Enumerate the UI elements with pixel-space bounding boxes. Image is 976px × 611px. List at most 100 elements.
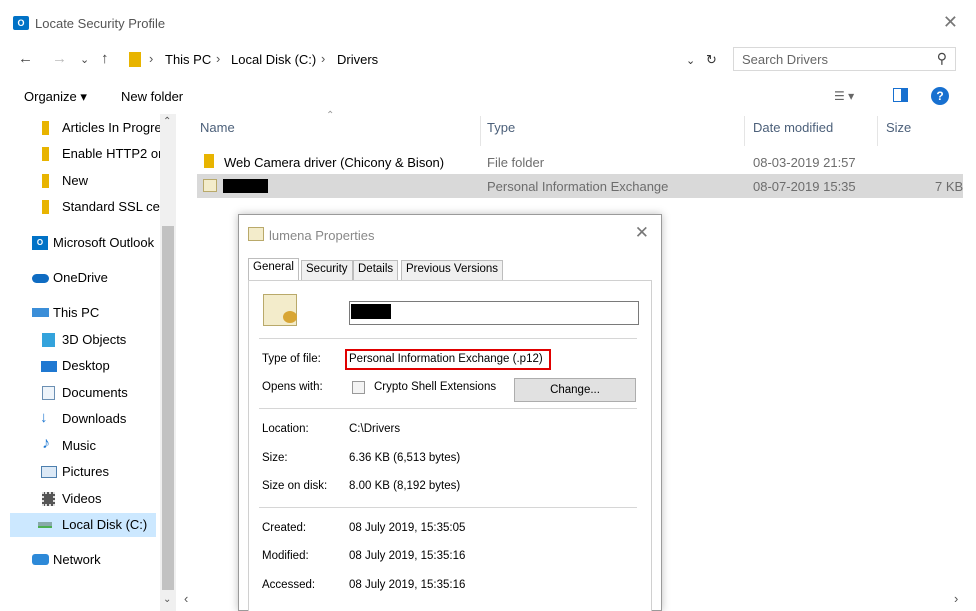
scroll-up-icon[interactable]: ⌃ bbox=[163, 116, 171, 127]
chevron-down-icon[interactable]: ⌄ bbox=[686, 54, 695, 67]
column-divider[interactable] bbox=[877, 116, 878, 146]
new-folder-button[interactable]: New folder bbox=[121, 89, 183, 104]
sidebar-item-videos[interactable]: Videos bbox=[0, 487, 160, 511]
sidebar-item-3d-objects[interactable]: 3D Objects bbox=[0, 328, 160, 352]
title-bar: O Locate Security Profile ✕ bbox=[0, 0, 976, 46]
horizontal-scrollbar[interactable]: ‹ › bbox=[176, 591, 976, 611]
cloud-icon bbox=[32, 274, 49, 283]
size-label: Size: bbox=[262, 452, 288, 464]
divider bbox=[259, 408, 637, 409]
folder-icon bbox=[204, 154, 214, 168]
redacted-file-name bbox=[223, 179, 268, 193]
breadcrumb-local-disk[interactable]: Local Disk (C:) bbox=[231, 52, 316, 67]
opens-with-label: Opens with: bbox=[262, 381, 323, 393]
sidebar-item-label: This PC bbox=[53, 305, 100, 320]
tab-details[interactable]: Details bbox=[353, 260, 399, 280]
sidebar-item-downloads[interactable]: ↓ Downloads bbox=[0, 407, 160, 431]
sidebar-item-label: Desktop bbox=[62, 358, 110, 373]
folder-icon bbox=[42, 200, 49, 214]
size-on-disk-value: 8.00 KB (8,192 bytes) bbox=[349, 480, 461, 492]
help-icon[interactable]: ? bbox=[931, 87, 949, 105]
sidebar-item-label: Pictures bbox=[62, 464, 109, 479]
scroll-left-icon[interactable]: ‹ bbox=[184, 591, 188, 606]
address-bar[interactable]: › This PC › Local Disk (C:) › Drivers ⌄ … bbox=[124, 47, 727, 73]
table-row[interactable]: Personal Information Exchange 08-07-2019… bbox=[197, 174, 963, 198]
dialog-title: lumena Properties bbox=[269, 228, 375, 243]
sidebar-item-desktop[interactable]: Desktop bbox=[0, 354, 160, 378]
close-icon[interactable]: ✕ bbox=[635, 223, 649, 243]
organize-button[interactable]: Organize ▾ bbox=[24, 89, 87, 105]
forward-arrow-icon[interactable]: → bbox=[52, 50, 67, 67]
sidebar-item-standard-ssl[interactable]: Standard SSL cer bbox=[0, 195, 160, 219]
command-bar: Organize ▾ New folder ☰ ▾ ? bbox=[0, 84, 976, 110]
back-arrow-icon[interactable]: ← bbox=[18, 50, 33, 67]
sidebar-item-new[interactable]: New bbox=[0, 169, 160, 193]
search-icon: ⚲ bbox=[936, 50, 947, 66]
file-name-field[interactable] bbox=[349, 301, 639, 325]
scroll-down-icon[interactable]: ⌄ bbox=[163, 594, 171, 605]
column-divider[interactable] bbox=[480, 116, 481, 146]
breadcrumb-this-pc[interactable]: This PC bbox=[165, 52, 211, 67]
search-input[interactable]: Search Drivers ⚲ bbox=[733, 47, 956, 71]
sidebar-item-this-pc[interactable]: This PC bbox=[0, 301, 160, 325]
sidebar-item-pictures[interactable]: Pictures bbox=[0, 460, 160, 484]
up-arrow-icon[interactable]: ↑ bbox=[101, 50, 109, 67]
sidebar-item-label: Articles In Progre bbox=[62, 120, 160, 135]
sort-chevron-icon: ⌃ bbox=[326, 110, 335, 121]
tab-general[interactable]: General bbox=[248, 258, 299, 280]
address-row: ← → ⌄ ↑ › This PC › Local Disk (C:) › Dr… bbox=[0, 46, 976, 74]
folder-icon bbox=[42, 147, 49, 161]
column-header-name[interactable]: Name bbox=[200, 120, 235, 135]
sidebar-item-label: Microsoft Outlook bbox=[53, 235, 155, 250]
search-placeholder: Search Drivers bbox=[742, 52, 828, 67]
refresh-icon[interactable]: ↻ bbox=[706, 52, 717, 68]
location-value: C:\Drivers bbox=[349, 423, 401, 435]
column-header-size[interactable]: Size bbox=[886, 120, 911, 135]
folder-icon bbox=[42, 121, 49, 135]
key-icon bbox=[283, 311, 297, 323]
sidebar-item-label: Enable HTTP2 or bbox=[62, 146, 160, 161]
breadcrumb-drivers[interactable]: Drivers bbox=[337, 52, 378, 67]
sidebar-item-onedrive[interactable]: OneDrive bbox=[0, 266, 160, 290]
redacted-file-name bbox=[351, 304, 391, 319]
chevron-right-icon[interactable]: › bbox=[321, 51, 325, 66]
folder-icon bbox=[42, 174, 49, 188]
chevron-right-icon[interactable]: › bbox=[216, 51, 220, 66]
column-header-date[interactable]: Date modified bbox=[753, 120, 833, 135]
preview-pane-icon[interactable] bbox=[893, 88, 908, 102]
view-options-icon[interactable]: ☰ ▾ bbox=[834, 89, 854, 103]
sidebar-item-articles[interactable]: Articles In Progre bbox=[0, 116, 160, 140]
outlook-icon: O bbox=[32, 236, 48, 250]
column-header-type[interactable]: Type bbox=[487, 120, 515, 135]
network-icon bbox=[32, 554, 49, 565]
modified-label: Modified: bbox=[262, 550, 309, 562]
close-icon[interactable]: ✕ bbox=[943, 12, 958, 33]
scroll-right-icon[interactable]: › bbox=[954, 591, 958, 606]
table-row[interactable]: Web Camera driver (Chicony & Bison) File… bbox=[197, 150, 963, 174]
sidebar-item-outlook[interactable]: O Microsoft Outlook bbox=[0, 231, 160, 255]
sidebar-item-network[interactable]: Network bbox=[0, 548, 160, 572]
column-divider[interactable] bbox=[744, 116, 745, 146]
properties-dialog: lumena Properties ✕ General Security Det… bbox=[238, 214, 662, 611]
size-on-disk-label: Size on disk: bbox=[262, 480, 328, 492]
type-of-file-label: Type of file: bbox=[262, 353, 321, 365]
modified-value: 08 July 2019, 15:35:16 bbox=[349, 550, 466, 562]
music-icon: ♪ bbox=[42, 435, 50, 452]
sidebar-item-enable-http2[interactable]: Enable HTTP2 or bbox=[0, 142, 160, 166]
created-label: Created: bbox=[262, 522, 307, 534]
tab-previous-versions[interactable]: Previous Versions bbox=[401, 260, 504, 280]
sidebar-item-music[interactable]: ♪ Music bbox=[0, 434, 160, 458]
sidebar-item-local-disk[interactable]: Local Disk (C:) bbox=[10, 513, 156, 537]
sidebar-item-documents[interactable]: Documents bbox=[0, 381, 160, 405]
scrollbar-thumb[interactable] bbox=[162, 226, 174, 590]
opens-with-value: Crypto Shell Extensions bbox=[374, 381, 497, 393]
recent-chevron-icon[interactable]: ⌄ bbox=[80, 53, 89, 66]
sidebar-item-label: Local Disk (C:) bbox=[62, 517, 148, 532]
change-button[interactable]: Change... bbox=[514, 378, 636, 402]
sidebar-item-label: Videos bbox=[62, 491, 102, 506]
video-icon bbox=[42, 492, 55, 506]
drive-icon bbox=[38, 522, 52, 528]
tab-security[interactable]: Security bbox=[301, 260, 353, 280]
chevron-right-icon[interactable]: › bbox=[149, 51, 153, 66]
sidebar-item-label: Downloads bbox=[62, 411, 127, 426]
